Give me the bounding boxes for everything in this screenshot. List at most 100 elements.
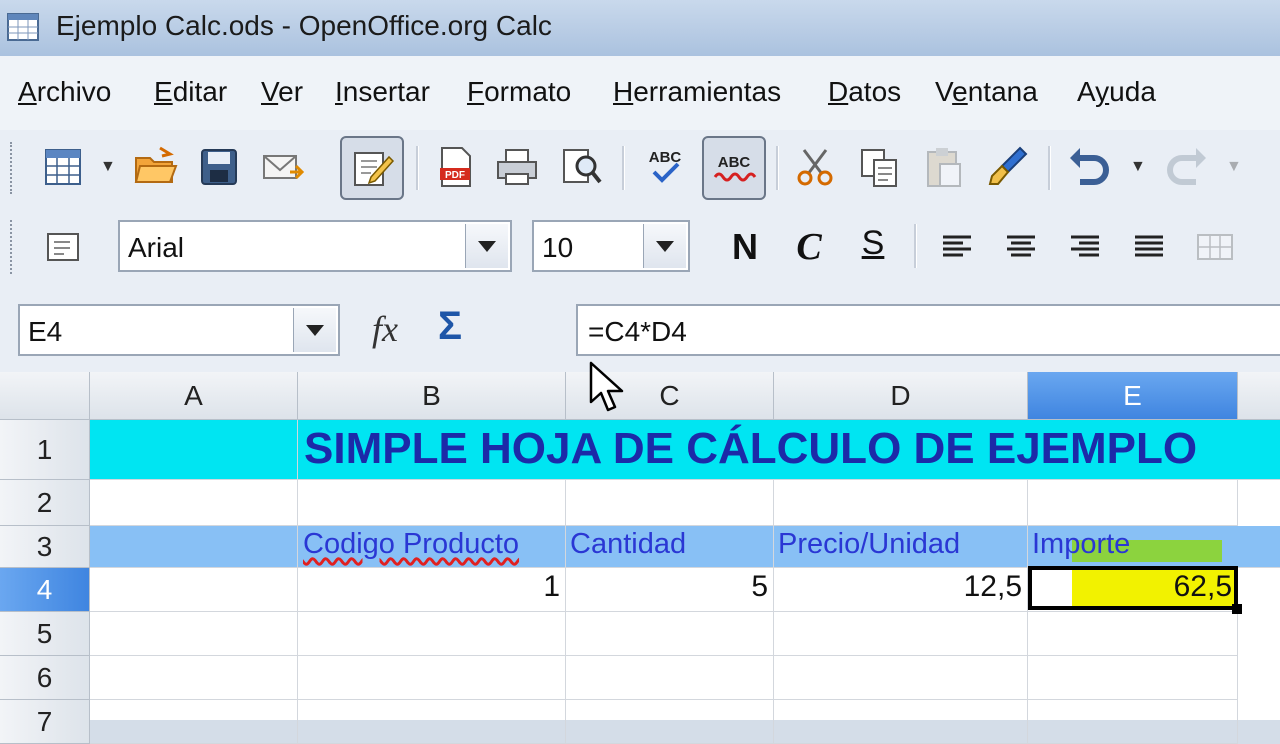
menu-herramientas[interactable]: Herramientas — [613, 76, 781, 108]
edit-file-button[interactable] — [340, 136, 404, 200]
copy-icon — [861, 149, 897, 187]
column-header-b[interactable]: B — [298, 372, 566, 420]
redo-button[interactable] — [1160, 140, 1214, 194]
spellcheck-button[interactable]: ABC — [638, 140, 692, 194]
cell-c5[interactable] — [566, 612, 774, 656]
menu-archivo[interactable]: Archivo — [18, 76, 111, 108]
menu-ver[interactable]: Ver — [261, 76, 303, 108]
menu-editar[interactable]: Editar — [154, 76, 227, 108]
cell-a1[interactable] — [90, 420, 298, 480]
align-right-button[interactable] — [1058, 220, 1112, 274]
name-box-dropdown-button[interactable] — [293, 308, 336, 352]
row-header-5[interactable]: 5 — [0, 612, 90, 656]
cell-d7[interactable] — [774, 700, 1028, 744]
cell-b6[interactable] — [298, 656, 566, 700]
cell-e7[interactable] — [1028, 700, 1238, 744]
spreadsheet-grid[interactable]: A B C D E 1 2 3 4 5 6 7 SIMPLE HOJA DE C… — [0, 372, 1280, 744]
redo-dropdown-arrow[interactable]: ▼ — [1226, 158, 1242, 176]
column-header-d[interactable]: D — [774, 372, 1028, 420]
cell-a4[interactable] — [90, 568, 298, 612]
export-pdf-button[interactable]: PDF — [428, 140, 482, 194]
align-center-button[interactable] — [994, 220, 1048, 274]
cut-button[interactable] — [788, 140, 842, 194]
dropdown-arrow-icon — [478, 240, 496, 252]
font-size-dropdown-button[interactable] — [643, 224, 686, 268]
bold-button[interactable]: N — [718, 220, 772, 274]
cell-c2[interactable] — [566, 480, 774, 526]
font-size-value[interactable]: 10 — [542, 232, 573, 264]
undo-button[interactable] — [1062, 140, 1116, 194]
new-dropdown-arrow[interactable]: ▼ — [100, 158, 116, 176]
cell-b2[interactable] — [298, 480, 566, 526]
menu-insertar[interactable]: Insertar — [335, 76, 430, 108]
styles-formatting-icon — [47, 233, 79, 261]
column-header-a[interactable]: A — [90, 372, 298, 420]
cell-d2[interactable] — [774, 480, 1028, 526]
formula-text[interactable]: =C4*D4 — [588, 316, 687, 348]
justify-button[interactable] — [1122, 220, 1176, 274]
toolbar-grip[interactable] — [10, 142, 18, 194]
row-header-2[interactable]: 2 — [0, 480, 90, 526]
sum-icon[interactable]: Σ — [438, 304, 462, 349]
row-header-6[interactable]: 6 — [0, 656, 90, 700]
fill-handle[interactable] — [1232, 604, 1242, 614]
cell-a3[interactable] — [90, 526, 298, 568]
dropdown-arrow-icon — [306, 324, 324, 336]
spellcheck-icon: ABC — [649, 149, 681, 183]
cell-b7[interactable] — [298, 700, 566, 744]
merge-cells-button[interactable] — [1188, 220, 1242, 274]
abc-text: ABC — [718, 154, 751, 171]
menu-accelerator: e — [952, 76, 968, 107]
cell-c7[interactable] — [566, 700, 774, 744]
open-button[interactable] — [128, 140, 182, 194]
font-name-value[interactable]: Arial — [128, 232, 184, 264]
print-preview-button[interactable] — [554, 140, 608, 194]
value-b4: 1 — [543, 570, 560, 603]
cell-a7[interactable] — [90, 700, 298, 744]
styles-button[interactable] — [36, 220, 90, 274]
cell-e6[interactable] — [1028, 656, 1238, 700]
cell-d6[interactable] — [774, 656, 1028, 700]
cell-b5[interactable] — [298, 612, 566, 656]
name-box-value[interactable]: E4 — [28, 316, 62, 348]
underline-button[interactable]: S — [846, 216, 900, 270]
cell-c6[interactable] — [566, 656, 774, 700]
cell-e5[interactable] — [1028, 612, 1238, 656]
italic-button[interactable]: C — [782, 220, 836, 274]
name-box[interactable]: E4 — [18, 304, 340, 356]
print-button[interactable] — [490, 140, 544, 194]
copy-button[interactable] — [852, 140, 906, 194]
row-header-3[interactable]: 3 — [0, 526, 90, 568]
menu-ventana[interactable]: Ventana — [935, 76, 1038, 108]
row-header-7[interactable]: 7 — [0, 700, 90, 744]
new-document-button[interactable] — [36, 140, 90, 194]
save-button[interactable] — [192, 140, 246, 194]
menu-formato[interactable]: Formato — [467, 76, 571, 108]
font-name-dropdown-button[interactable] — [465, 224, 508, 268]
cell-a2[interactable] — [90, 480, 298, 526]
row-header-4[interactable]: 4 — [0, 568, 90, 612]
cell-d5[interactable] — [774, 612, 1028, 656]
row-header-1[interactable]: 1 — [0, 420, 90, 480]
cell-a6[interactable] — [90, 656, 298, 700]
formula-input[interactable]: =C4*D4 — [576, 304, 1280, 356]
column-header-e[interactable]: E — [1028, 372, 1238, 420]
font-size-combobox[interactable]: 10 — [532, 220, 690, 272]
column-header-f[interactable] — [1238, 372, 1280, 420]
font-name-combobox[interactable]: Arial — [118, 220, 512, 272]
cell-a5[interactable] — [90, 612, 298, 656]
menu-datos[interactable]: Datos — [828, 76, 901, 108]
paste-button[interactable] — [916, 140, 970, 194]
format-paintbrush-button[interactable] — [980, 140, 1034, 194]
menu-ayuda[interactable]: Ayuda — [1077, 76, 1156, 108]
select-all-corner[interactable] — [0, 372, 90, 420]
active-cell-cursor[interactable] — [1028, 566, 1238, 610]
email-button[interactable] — [256, 140, 310, 194]
undo-dropdown-arrow[interactable]: ▼ — [1130, 158, 1146, 176]
cell-e2[interactable] — [1028, 480, 1238, 526]
menu-bar: Archivo Editar Ver Insertar Formato Herr… — [0, 56, 1280, 130]
align-left-button[interactable] — [930, 220, 984, 274]
function-wizard-icon[interactable]: fx — [372, 308, 398, 350]
toolbar-grip[interactable] — [10, 220, 18, 274]
auto-spellcheck-button[interactable]: ABC — [702, 136, 766, 200]
